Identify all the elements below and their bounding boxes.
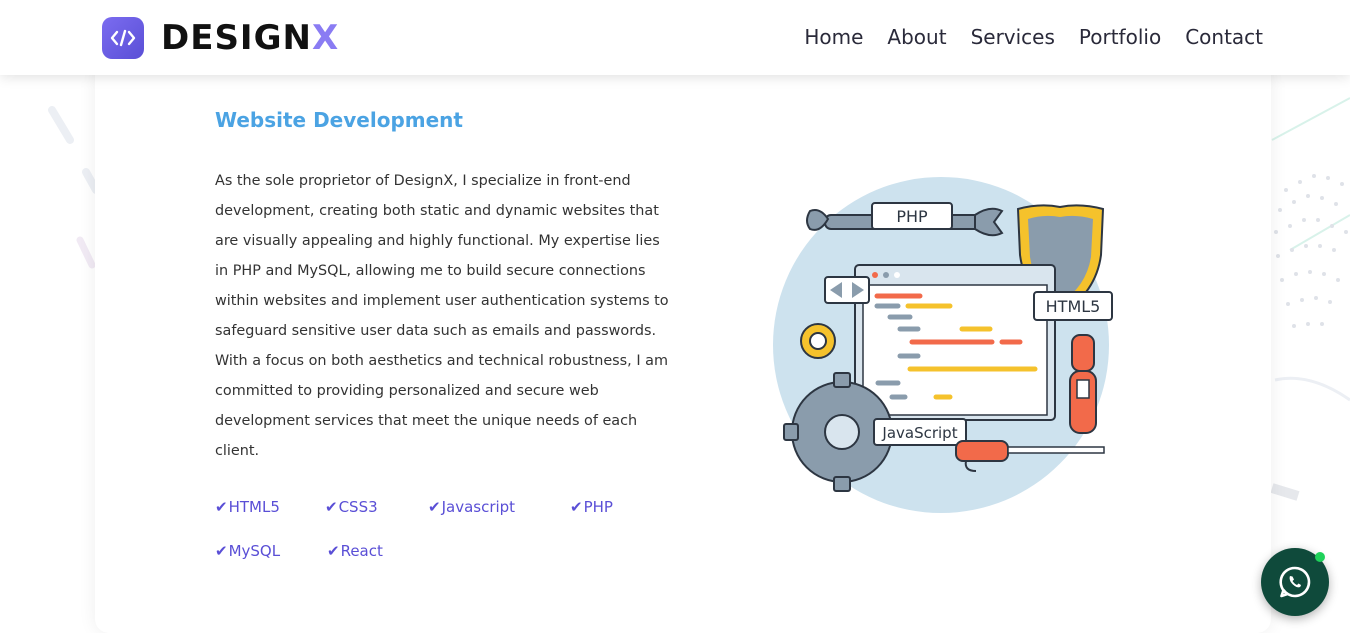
tech-item-css3: ✔CSS3 <box>325 498 378 516</box>
tech-label: CSS3 <box>338 498 378 516</box>
main-nav: Home About Services Portfolio Contact <box>804 25 1263 49</box>
nav-contact[interactable]: Contact <box>1185 25 1263 49</box>
nav-home[interactable]: Home <box>804 25 863 49</box>
check-icon: ✔ <box>570 498 583 516</box>
tech-label: React <box>340 542 383 560</box>
whatsapp-icon <box>1279 566 1311 598</box>
web-development-illustration: PHP HTML5 JavaScript <box>773 177 1113 513</box>
tech-label: MySQL <box>228 542 281 560</box>
nav-about[interactable]: About <box>887 25 946 49</box>
javascript-label: JavaScript <box>881 424 957 442</box>
check-icon: ✔ <box>215 542 228 560</box>
check-icon: ✔ <box>428 498 441 516</box>
online-status-dot <box>1315 552 1325 562</box>
tech-item-react: ✔React <box>327 542 383 560</box>
logo[interactable]: DESIGNX <box>102 17 339 59</box>
nav-portfolio[interactable]: Portfolio <box>1079 25 1161 49</box>
tech-item-javascript: ✔Javascript <box>428 498 515 516</box>
tech-label: Javascript <box>441 498 516 516</box>
code-icon <box>102 17 144 59</box>
logo-text-main: DESIGN <box>161 18 312 58</box>
check-icon: ✔ <box>325 498 338 516</box>
tech-item-php: ✔PHP <box>570 498 613 516</box>
html5-label: HTML5 <box>1046 297 1101 316</box>
tech-label: HTML5 <box>228 498 280 516</box>
site-header: DESIGNX Home About Services Portfolio Co… <box>0 0 1350 75</box>
check-icon: ✔ <box>215 498 228 516</box>
tech-label: PHP <box>583 498 613 516</box>
section-description: As the sole proprietor of DesignX, I spe… <box>215 173 669 459</box>
logo-text: DESIGNX <box>161 17 339 59</box>
php-label: PHP <box>896 207 928 226</box>
check-icon: ✔ <box>327 542 340 560</box>
section-title: Website Development <box>215 108 463 132</box>
logo-text-accent: X <box>311 18 340 58</box>
tech-item-mysql: ✔MySQL <box>215 542 280 560</box>
nav-services[interactable]: Services <box>971 25 1055 49</box>
tech-item-html5: ✔HTML5 <box>215 498 280 516</box>
